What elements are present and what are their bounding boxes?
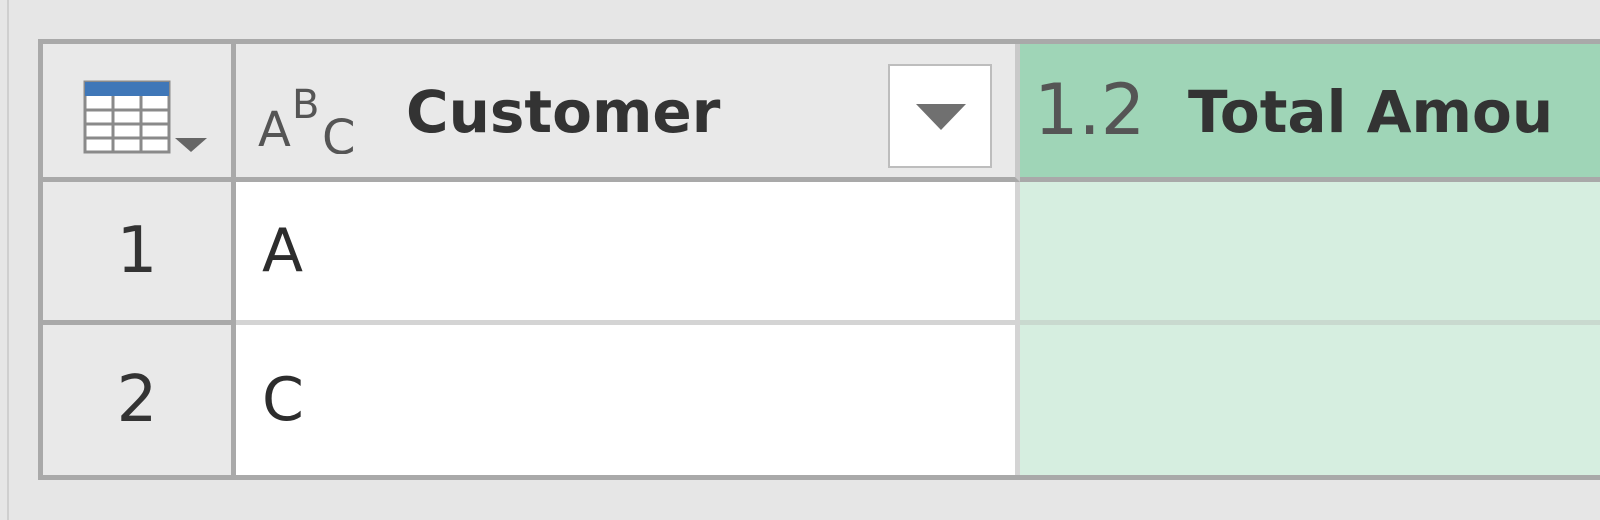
cell-value: A (262, 216, 304, 286)
svg-text:B: B (292, 82, 319, 128)
column-filter-button[interactable] (888, 64, 992, 168)
table-menu-icon (83, 80, 213, 164)
pane-divider (7, 0, 9, 520)
column-header-label: Customer (406, 78, 721, 146)
query-editor-preview: A B C Customer 1.2 Total Amou 1 A 2 C (0, 0, 1600, 520)
data-grid: A B C Customer 1.2 Total Amou 1 A 2 C (38, 39, 1600, 480)
text-type-icon[interactable]: A B C (258, 74, 368, 166)
table-cell-customer[interactable]: C (236, 325, 1020, 475)
table-cell-total-amount[interactable] (1020, 325, 1600, 475)
column-header-total-amount[interactable]: 1.2 Total Amou (1020, 44, 1600, 182)
table-cell-total-amount[interactable] (1020, 182, 1600, 325)
cell-value: C (262, 365, 304, 435)
decimal-type-icon[interactable]: 1.2 (1034, 72, 1145, 149)
row-number[interactable]: 1 (43, 182, 236, 325)
column-header-customer[interactable]: A B C Customer (236, 44, 1020, 182)
dropdown-arrow-icon (916, 104, 966, 130)
svg-text:C: C (322, 110, 356, 154)
table-menu-button[interactable] (43, 44, 236, 182)
row-number[interactable]: 2 (43, 325, 236, 475)
svg-text:A: A (258, 102, 291, 154)
column-header-label: Total Amou (1188, 78, 1554, 146)
table-cell-customer[interactable]: A (236, 182, 1020, 325)
